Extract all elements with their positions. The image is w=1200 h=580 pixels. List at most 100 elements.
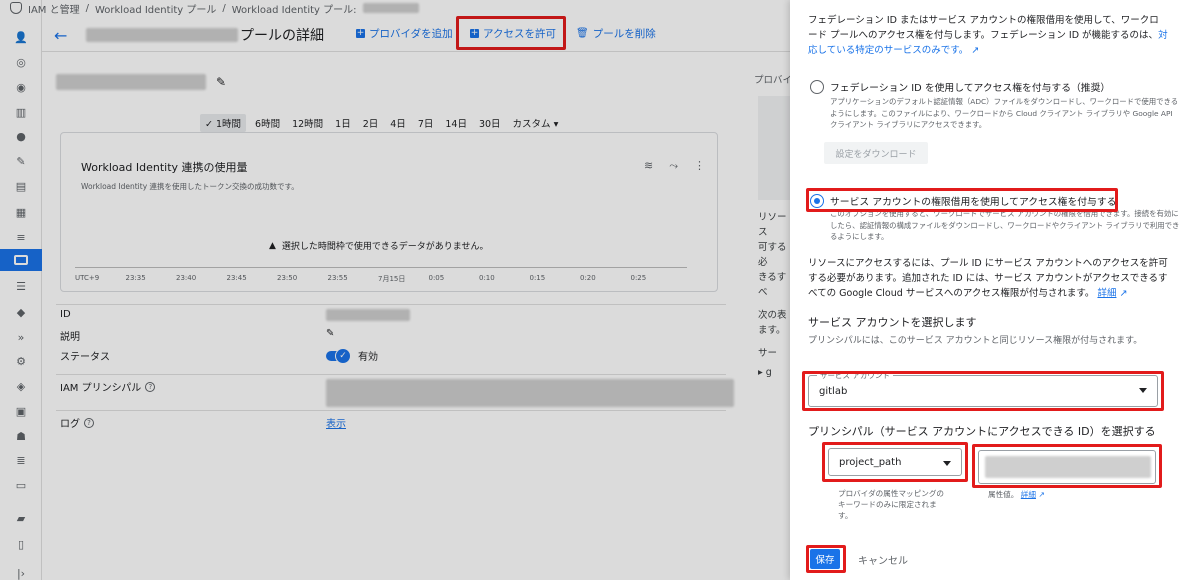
notes-icon[interactable]: ▯ — [13, 536, 29, 552]
time-range-selector: ✓ 1時間 6時間 12時間 1日 2日 4日 7日 14日 30日 カスタム … — [200, 114, 561, 132]
building-icon[interactable]: ▥ — [13, 104, 29, 120]
usage-chart-card: Workload Identity 連携の使用量 Workload Identi… — [60, 132, 718, 292]
left-nav-rail: 👤 ◎ ◉ ▥ ● ✎ ▤ ▦ ≡ ☰ ◆ » ⚙ ◈ ▣ ☗ ≣ ▭ ▰ ▯ … — [0, 0, 42, 580]
access-paragraph: リソースにアクセスするには、プール ID にサービス アカウントへのアクセスを許… — [808, 256, 1168, 301]
time-range-option[interactable]: 2日 — [360, 114, 382, 132]
no-data-message: ▲ 選択した時間枠で使用できるデータがありません。 — [269, 239, 488, 253]
background-line: 可する必 — [758, 242, 787, 268]
legend-toggle-icon[interactable]: ≋ — [644, 159, 653, 173]
wrench-icon[interactable]: ✎ — [13, 153, 29, 169]
id-value — [326, 309, 410, 321]
account-icon[interactable]: ● — [13, 128, 29, 144]
x-tick-label: 0:15 — [529, 274, 546, 282]
time-range-option[interactable]: ✓ 1時間 — [200, 114, 247, 132]
id-label: ID — [60, 309, 71, 320]
app-root: 👤 ◎ ◉ ▥ ● ✎ ▤ ▦ ≡ ☰ ◆ » ⚙ ◈ ▣ ☗ ≣ ▭ ▰ ▯ … — [0, 0, 1200, 580]
delete-pool-button[interactable]: 🗑 プールを削除 — [576, 26, 656, 41]
property-row-status: ステータス 有効 — [56, 344, 726, 374]
privacy-icon[interactable]: ◈ — [13, 378, 29, 394]
security-scan-icon[interactable]: ◉ — [13, 79, 29, 95]
incognito-icon[interactable]: ☗ — [13, 428, 29, 444]
page-title-wrap: プールの詳細 — [86, 25, 324, 45]
attribute-learn-more-link[interactable]: 詳細 — [1021, 490, 1036, 499]
dropdown-caret-icon — [943, 461, 951, 466]
time-range-option[interactable]: 14日 — [442, 114, 470, 132]
background-right-text: リソース 可する必 きるすべ 次の表 ます。 サー ▸ g — [758, 210, 792, 380]
redacted-pool-name — [362, 3, 419, 13]
attribute-value-input[interactable] — [978, 450, 1156, 484]
time-range-option[interactable]: 12時間 — [289, 114, 326, 132]
attribute-name-select[interactable]: project_path — [828, 448, 962, 476]
background-info-box — [758, 96, 792, 200]
option1-title: フェデレーション ID を使用してアクセス権を付与する（推奨） — [830, 83, 1111, 94]
service-account-value: gitlab — [819, 386, 848, 397]
help-icon[interactable]: ? — [84, 417, 94, 428]
federated-identity-radio[interactable] — [810, 80, 824, 94]
service-account-radio[interactable] — [810, 194, 824, 208]
list-alt-icon[interactable]: ☰ — [13, 278, 29, 294]
download-config-button[interactable]: 設定をダウンロード — [824, 142, 928, 164]
principal-value — [326, 379, 734, 407]
status-toggle[interactable] — [326, 347, 351, 364]
save-button[interactable]: 保存 — [810, 549, 840, 569]
time-range-option[interactable]: 30日 — [476, 114, 504, 132]
attribute-value-help: 属性値。 詳細 ↗ — [988, 488, 1148, 501]
time-range-option[interactable]: 6時間 — [252, 114, 283, 132]
service-account-heading: サービス アカウントを選択します — [808, 316, 977, 329]
status-value: 有効 — [358, 352, 378, 363]
panel-intro-text: フェデレーション ID またはサービス アカウントの権限借用を使用して、ワークロ… — [808, 15, 1159, 41]
cancel-button[interactable]: キャンセル — [858, 552, 908, 567]
more-vert-icon[interactable]: ⋮ — [694, 159, 705, 173]
service-account-field-label: サービス アカウント — [817, 370, 893, 381]
edit-description-icon[interactable]: ✎ — [326, 328, 334, 339]
breadcrumb-separator: / — [85, 2, 89, 14]
background-line: ます。 — [758, 325, 786, 336]
property-row-id: ID — [56, 304, 726, 324]
chart-title: Workload Identity 連携の使用量 — [81, 161, 248, 174]
edit-pencil-icon[interactable]: ✎ — [216, 75, 226, 89]
time-range-option[interactable]: 4日 — [387, 114, 409, 132]
back-arrow-icon[interactable]: ← — [54, 26, 67, 45]
property-row-description: 説明 ✎ — [56, 324, 726, 344]
explore-icon[interactable]: ⤳ — [669, 159, 678, 173]
time-range-custom[interactable]: カスタム ▾ — [510, 114, 562, 132]
service-account-help: プリンシパルには、このサービス アカウントと同じリソース権限が付与されます。 — [808, 336, 1143, 346]
option1-desc: アプリケーションのデフォルト認証情報（ADC）ファイルをダウンロードし、ワークロ… — [830, 97, 1179, 129]
shield-icon[interactable]: ◎ — [13, 54, 29, 70]
background-line: 次の表 — [758, 310, 787, 321]
grant-access-button[interactable]: + アクセスを許可 — [470, 26, 556, 41]
chart-x-axis — [75, 267, 687, 268]
tag-icon[interactable]: ◆ — [13, 304, 29, 320]
expand-rail-icon[interactable]: |› — [13, 565, 29, 580]
breadcrumb-item-iam[interactable]: IAM と管理 — [28, 1, 80, 16]
breadcrumb-item-current: Workload Identity プール: — [231, 4, 357, 16]
gear-icon[interactable]: ⚙ — [13, 353, 29, 369]
iam-shield-icon — [10, 2, 22, 14]
page-title: プールの詳細 — [240, 28, 324, 44]
background-tab-label: プロバイ — [754, 75, 793, 86]
attribute-name-value: project_path — [839, 457, 902, 468]
external-link-icon: ↗ — [968, 45, 980, 56]
pool-details-page: ← プールの詳細 + プロバイダを追加 + アクセスを許可 🗑 プールを削除 ✎ — [42, 16, 792, 580]
document-search-icon[interactable]: ▤ — [13, 178, 29, 194]
add-provider-button[interactable]: + プロバイダを追加 — [356, 26, 453, 41]
folder-icon[interactable]: ▰ — [13, 510, 29, 526]
help-icon[interactable]: ? — [145, 381, 156, 392]
learn-more-link[interactable]: 詳細 — [1097, 288, 1116, 299]
time-range-option[interactable]: 7日 — [415, 114, 437, 132]
breadcrumb-item-pools[interactable]: Workload Identity プール — [95, 1, 216, 16]
view-logs-link[interactable]: 表示 — [326, 415, 346, 430]
chevron-label-icon[interactable]: » — [13, 329, 29, 345]
lines-icon[interactable]: ≣ — [13, 452, 29, 468]
external-link-icon: ↗ — [1116, 288, 1128, 299]
option2-desc: このオプションを使用すると、ワークロードでサービス アカウントの権限を借用できま… — [830, 209, 1180, 241]
time-range-option[interactable]: 1日 — [332, 114, 354, 132]
key-list-icon[interactable]: ≡ — [13, 229, 29, 245]
grid-icon[interactable]: ▣ — [13, 403, 29, 419]
add-person-icon[interactable]: 👤 — [13, 29, 29, 45]
service-account-select[interactable]: サービス アカウント gitlab — [808, 370, 1158, 407]
monitor-icon[interactable]: ▭ — [13, 477, 29, 493]
workload-identity-icon[interactable] — [0, 249, 42, 271]
redacted-id — [326, 309, 410, 321]
list-icon[interactable]: ▦ — [13, 204, 29, 220]
